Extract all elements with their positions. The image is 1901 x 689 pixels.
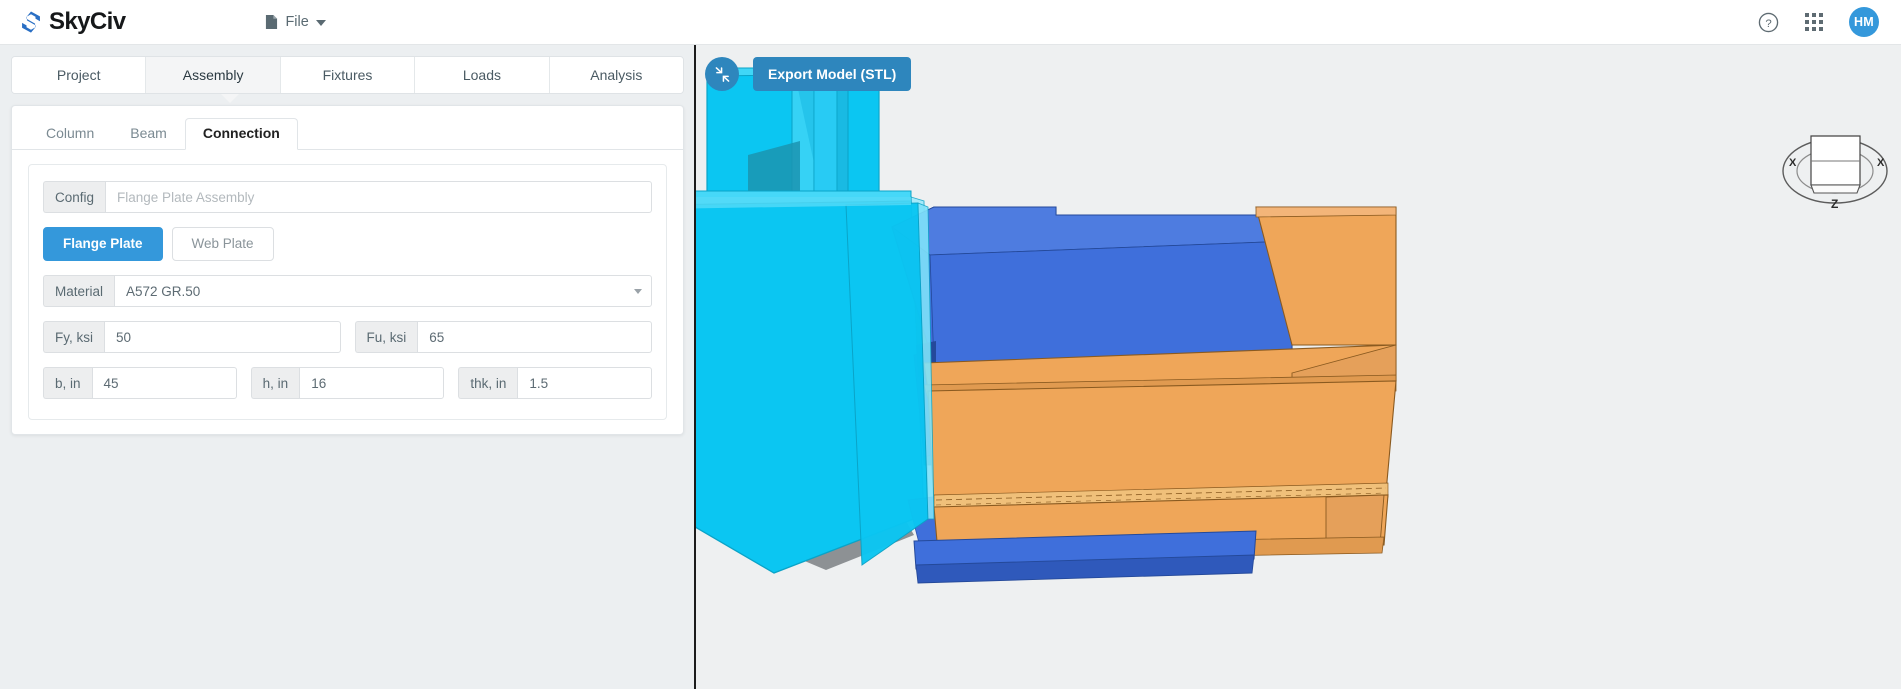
- viewcube-axis-x-left: X: [1789, 157, 1797, 169]
- file-menu-button[interactable]: File: [265, 14, 326, 30]
- grid-apps-icon-dot: [1812, 13, 1816, 17]
- tab-project[interactable]: Project: [12, 57, 147, 93]
- assembly-card: Column Beam Connection Config Flange Pla…: [11, 105, 684, 436]
- web-plate-button[interactable]: Web Plate: [171, 227, 274, 262]
- grid-apps-icon-dot: [1812, 27, 1816, 31]
- tab-analysis[interactable]: Analysis: [549, 57, 683, 93]
- dimensions-row: b, in 45 h, in 16 thk, in 1.5: [43, 367, 653, 400]
- config-label: Config: [43, 181, 106, 213]
- skyciv-logo-icon: [22, 11, 40, 33]
- chevron-down-icon: [634, 289, 642, 295]
- fullscreen-toggle-button[interactable]: [705, 57, 739, 91]
- compress-arrows-icon: [715, 66, 729, 82]
- config-field-group: Config Flange Plate Assembly: [43, 181, 652, 213]
- grid-apps-icon-dot: [1805, 13, 1809, 17]
- grid-apps-icon-dot: [1819, 20, 1823, 24]
- tab-loads[interactable]: Loads: [415, 57, 550, 93]
- export-model-stl-button[interactable]: Export Model (STL): [753, 57, 912, 91]
- subtab-connection[interactable]: Connection: [184, 118, 298, 150]
- viewcube-axis-z-bottom: Z: [1831, 197, 1838, 211]
- viewcube-axis-x-right: X: [1877, 157, 1885, 169]
- material-selected-value: A572 GR.50: [126, 283, 201, 299]
- apps-grid-button[interactable]: [1805, 13, 1823, 31]
- subtab-column[interactable]: Column: [28, 118, 112, 150]
- subtab-beam[interactable]: Beam: [112, 118, 185, 150]
- chevron-down-icon: [315, 20, 326, 26]
- view-orientation-cube-icon[interactable]: X X Z: [1778, 123, 1893, 211]
- tab-fixtures[interactable]: Fixtures: [280, 57, 416, 93]
- assembly-sub-tabs: Column Beam Connection: [12, 106, 683, 150]
- svg-text:?: ?: [1765, 17, 1771, 29]
- connection-form: Config Flange Plate Assembly Flange Plat…: [28, 164, 667, 421]
- left-settings-panel: Project Assembly Fixtures Loads Analysis…: [0, 45, 695, 689]
- fy-label: Fy, ksi: [43, 321, 104, 354]
- b-label: b, in: [43, 367, 92, 400]
- h-input[interactable]: 16: [299, 367, 445, 400]
- thk-input[interactable]: 1.5: [517, 367, 653, 400]
- material-label: Material: [43, 275, 115, 308]
- material-select[interactable]: A572 GR.50: [114, 275, 652, 308]
- connection-3d-model: [696, 67, 1397, 584]
- main-tabs: Project Assembly Fixtures Loads Analysis: [11, 56, 684, 94]
- fy-input[interactable]: 50: [104, 321, 341, 354]
- user-avatar[interactable]: HM: [1849, 7, 1879, 37]
- grid-apps-icon-dot: [1805, 27, 1809, 31]
- question-circle-icon: ?: [1758, 12, 1779, 32]
- active-tab-indicator-caret: [221, 94, 239, 103]
- application-root: SkyCiv File ? HM Project Assembly Fixtur…: [0, 0, 1901, 689]
- grid-apps-icon-dot: [1812, 20, 1816, 24]
- help-button[interactable]: ?: [1758, 12, 1779, 33]
- flange-plate-button[interactable]: Flange Plate: [43, 227, 163, 262]
- brand-name: SkyCiv: [49, 8, 126, 35]
- fu-field-group: Fu, ksi 65: [354, 321, 652, 354]
- grid-apps-icon-dot: [1805, 20, 1809, 24]
- fu-label: Fu, ksi: [354, 321, 418, 354]
- viewport-toolbar: Export Model (STL): [705, 57, 912, 91]
- fy-field-group: Fy, ksi 50: [43, 321, 341, 354]
- config-input[interactable]: Flange Plate Assembly: [105, 181, 652, 213]
- tab-assembly[interactable]: Assembly: [146, 57, 281, 93]
- strength-row: Fy, ksi 50 Fu, ksi 65: [43, 321, 652, 354]
- file-menu-label: File: [285, 14, 309, 30]
- grid-apps-icon-dot: [1819, 27, 1823, 31]
- h-label: h, in: [250, 367, 300, 400]
- top-bar: SkyCiv File ? HM: [0, 0, 1901, 45]
- topbar-actions: ? HM: [1758, 7, 1879, 37]
- fu-input[interactable]: 65: [417, 321, 652, 354]
- b-input[interactable]: 45: [91, 367, 237, 400]
- brand-logo[interactable]: SkyCiv: [18, 8, 126, 35]
- thk-label: thk, in: [458, 367, 518, 400]
- material-field-group: Material A572 GR.50: [43, 275, 652, 308]
- thk-field-group: thk, in 1.5: [458, 367, 653, 400]
- plate-type-toggle: Flange Plate Web Plate: [43, 227, 652, 262]
- file-document-icon: [266, 15, 278, 29]
- grid-apps-icon-dot: [1819, 13, 1823, 17]
- main-tabs-container: Project Assembly Fixtures Loads Analysis: [11, 56, 684, 103]
- panel-divider: [694, 45, 696, 689]
- b-field-group: b, in 45: [43, 367, 237, 400]
- h-field-group: h, in 16: [250, 367, 445, 400]
- model-viewport[interactable]: Export Model (STL) X X Z: [696, 45, 1901, 689]
